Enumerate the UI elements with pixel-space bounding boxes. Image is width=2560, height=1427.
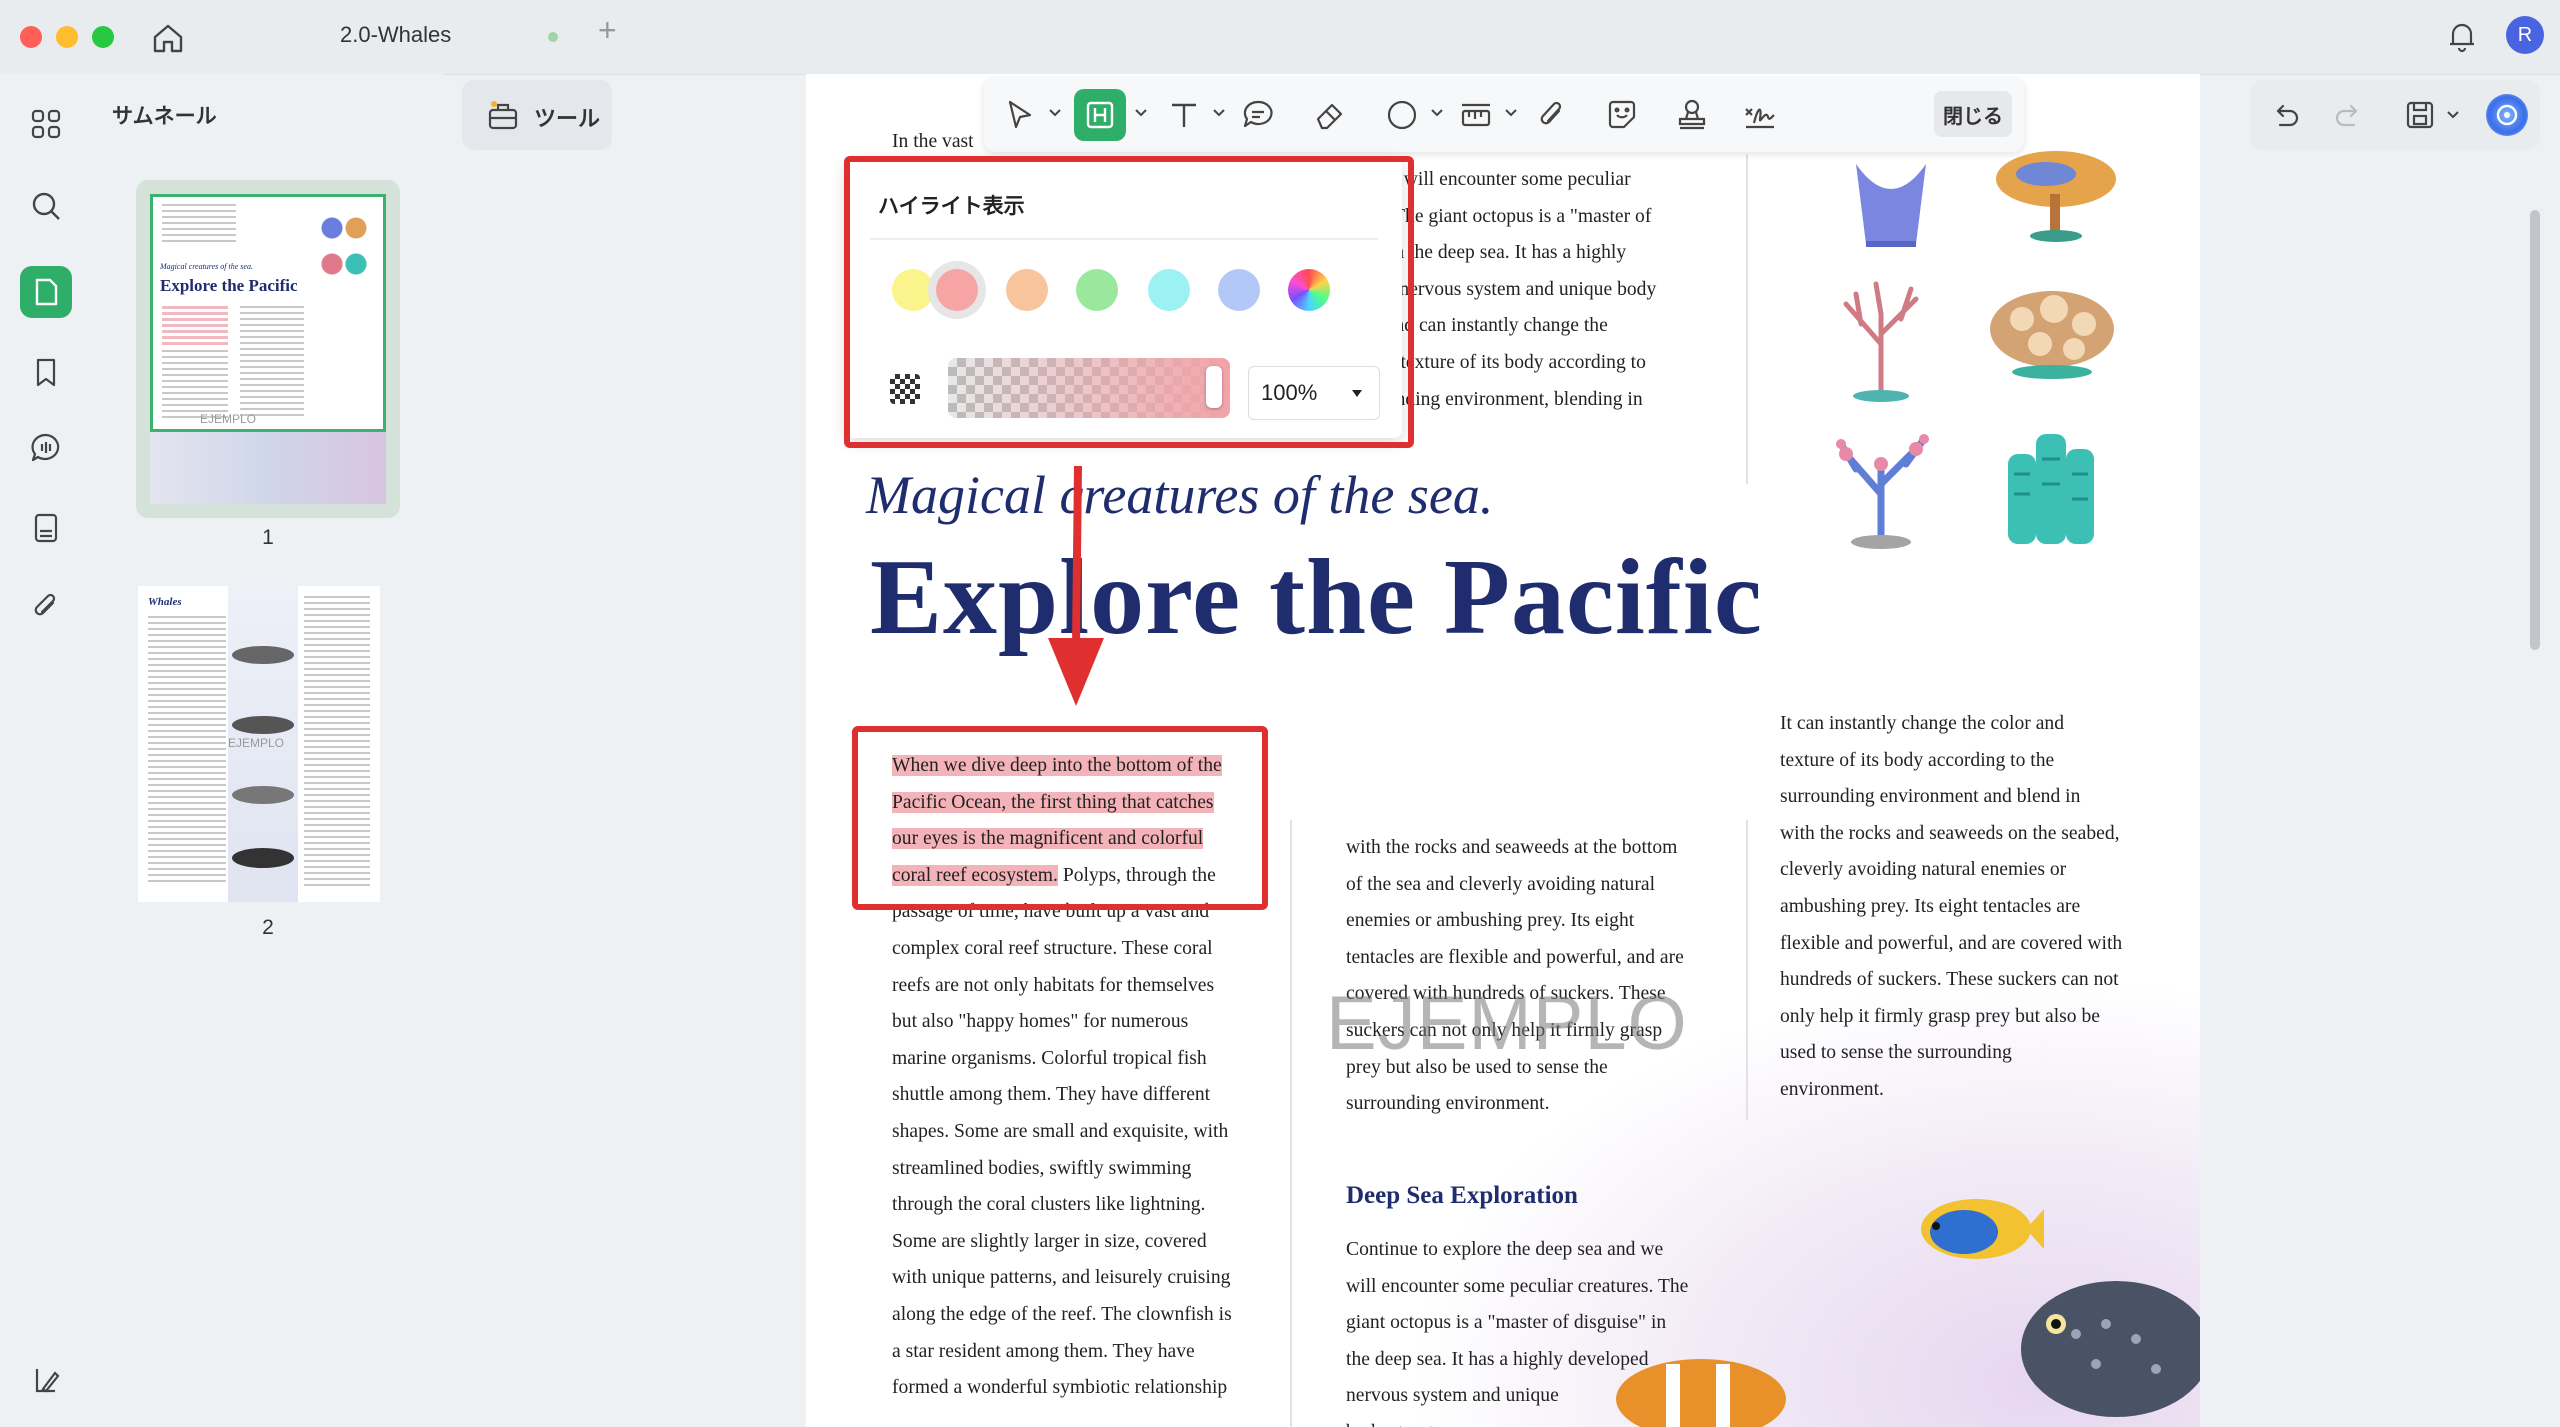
highlighter-icon[interactable] xyxy=(1074,89,1126,141)
tools-button[interactable]: ツール xyxy=(462,80,612,150)
column-divider xyxy=(1290,820,1292,1427)
shape-circle-icon[interactable] xyxy=(1382,95,1422,135)
sidebar-toggle-icon[interactable] xyxy=(20,1354,72,1406)
close-toolbar-button[interactable]: 閉じる xyxy=(1934,91,2012,137)
undo-icon[interactable] xyxy=(2268,97,2304,133)
page-title: Explore the Pacific xyxy=(870,538,1763,657)
comment-icon[interactable] xyxy=(20,422,72,474)
page-subtitle: Magical creatures of the sea. xyxy=(866,465,1494,525)
pink-blue-coral-image xyxy=(1816,414,1946,554)
window-minimize-button[interactable] xyxy=(56,26,78,48)
stamp-icon[interactable] xyxy=(1672,95,1712,135)
section-heading: Deep Sea Exploration xyxy=(1346,1182,1578,1209)
measure-ruler-icon[interactable] xyxy=(1456,95,1496,135)
left-rail xyxy=(0,74,93,1427)
thumbnail-preview: Whales EJEMPLO xyxy=(138,586,380,902)
title-bar: 2.0-Whales + R xyxy=(0,0,2560,75)
chevron-down-icon[interactable] xyxy=(1430,106,1444,120)
search-icon[interactable] xyxy=(20,180,72,232)
tools-label: ツール xyxy=(534,106,601,131)
text-tool-icon[interactable] xyxy=(1164,95,1204,135)
document-tab-title[interactable]: 2.0-Whales xyxy=(340,22,451,48)
chevron-down-icon[interactable] xyxy=(1212,106,1226,120)
signature-icon[interactable] xyxy=(1740,95,1780,135)
grid-icon[interactable] xyxy=(20,98,72,150)
thumbnail-panel: サムネール Magical creatures of the sea. Expl… xyxy=(92,74,444,1427)
redo-icon[interactable] xyxy=(2330,97,2366,133)
thumbnail-panel-title: サムネール xyxy=(112,105,217,128)
pufferfish-image xyxy=(2006,1254,2200,1427)
sticker-icon[interactable] xyxy=(1602,95,1642,135)
tan-coral-image xyxy=(1982,274,2122,384)
thumbnail-page-2[interactable]: Whales EJEMPLO xyxy=(136,574,400,934)
teal-tube-coral-image xyxy=(1986,414,2116,554)
thumbnail-page-number: 2 xyxy=(262,916,274,939)
annotation-toolbar: 閉じる xyxy=(984,78,2024,152)
column-3-text: It can instantly change the color and te… xyxy=(1780,713,2123,1100)
annotation-box-highlight xyxy=(852,726,1268,910)
new-tab-button[interactable]: + xyxy=(598,14,617,46)
vertical-scrollbar[interactable] xyxy=(2530,210,2540,650)
attach-paperclip-icon[interactable] xyxy=(1532,95,1572,135)
red-branch-coral-image xyxy=(1816,274,1946,404)
chevron-down-icon[interactable] xyxy=(2446,108,2460,122)
top-column-2-text: we will encounter some peculiar s. The g… xyxy=(1376,169,1657,410)
thumbnail-page-1[interactable]: Magical creatures of the sea. Explore th… xyxy=(136,180,400,518)
bookmark-icon[interactable] xyxy=(20,346,72,398)
attachment-icon[interactable] xyxy=(20,580,72,632)
thumbnail-preview: Magical creatures of the sea. Explore th… xyxy=(150,194,386,504)
stamp-page-icon[interactable] xyxy=(20,502,72,554)
purple-coral-image xyxy=(1836,144,1946,254)
bell-icon[interactable] xyxy=(2444,18,2480,54)
column-divider xyxy=(1746,820,1748,1120)
tab-status-dot xyxy=(548,32,558,42)
thumbnail-page-number: 1 xyxy=(262,526,274,549)
ai-assistant-icon[interactable] xyxy=(2486,94,2528,136)
window-zoom-button[interactable] xyxy=(92,26,114,48)
eraser-icon[interactable] xyxy=(1310,95,1350,135)
select-arrow-icon[interactable] xyxy=(1000,95,1040,135)
comment-bubble-icon[interactable] xyxy=(1238,95,1278,135)
chevron-down-icon[interactable] xyxy=(1134,106,1148,120)
annotation-box-popup xyxy=(844,156,1414,448)
avatar[interactable]: R xyxy=(2506,16,2544,54)
column-2-text: with the rocks and seaweeds at the botto… xyxy=(1346,837,1684,1115)
clownfish-image xyxy=(1606,1344,1796,1427)
column-divider xyxy=(1746,154,1748,484)
home-icon[interactable] xyxy=(150,20,186,56)
chevron-down-icon[interactable] xyxy=(1504,106,1518,120)
window-close-button[interactable] xyxy=(20,26,42,48)
watermark: EJEMPLO xyxy=(1326,981,1688,1066)
right-controls xyxy=(2250,80,2540,150)
toolbox-icon xyxy=(484,96,522,134)
annotation-arrow-icon xyxy=(1040,465,1112,708)
save-icon[interactable] xyxy=(2402,97,2438,133)
chevron-down-icon[interactable] xyxy=(1048,106,1062,120)
page-icon[interactable] xyxy=(20,266,72,318)
